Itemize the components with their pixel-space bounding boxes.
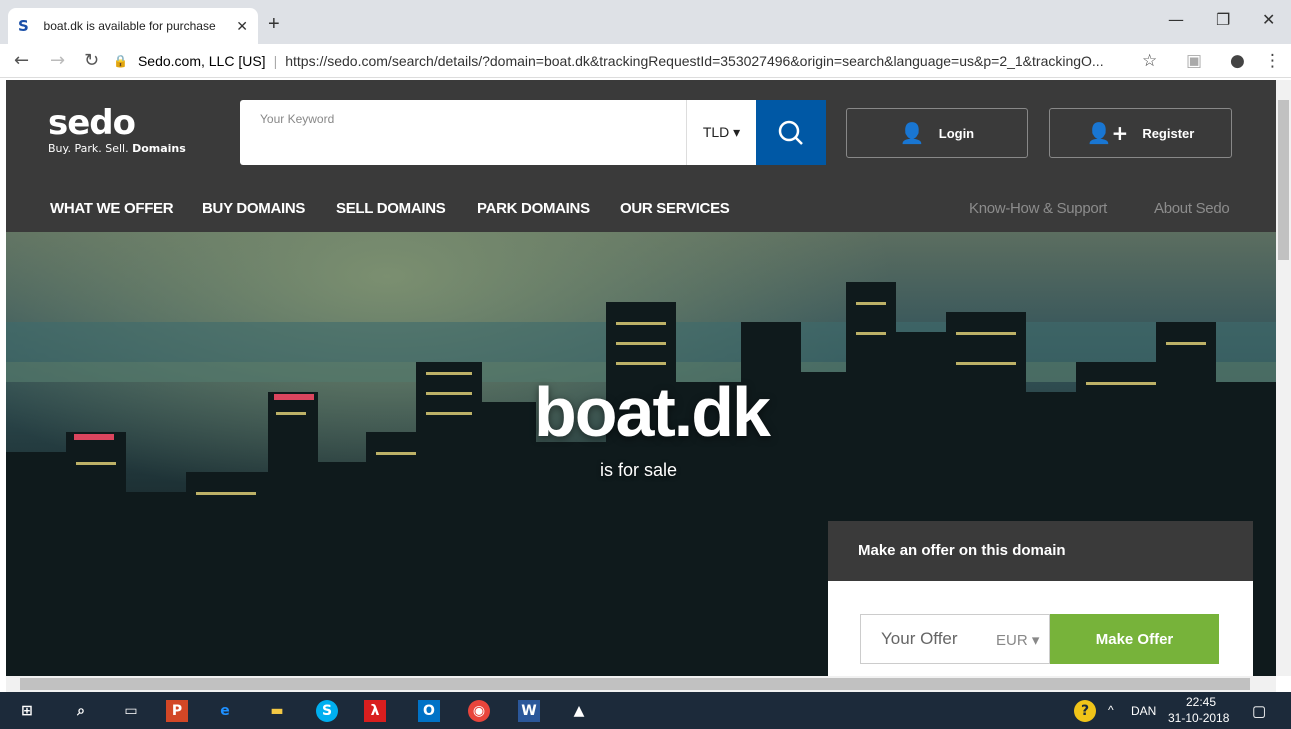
hero-banner: boat.dk is for sale Make an offer on thi… <box>6 232 1276 676</box>
photos-icon[interactable]: ▲ <box>568 700 590 722</box>
search-placeholder: Your Keyword <box>260 112 335 126</box>
tray-expand-icon[interactable]: ^ <box>1108 703 1114 717</box>
outlook-icon[interactable]: O <box>418 700 440 722</box>
acrobat-icon[interactable]: λ <box>364 700 386 722</box>
currency-label: EUR <box>996 632 1028 649</box>
file-explorer-icon[interactable]: ▬ <box>266 700 288 722</box>
user-icon: 👤 <box>899 121 925 145</box>
word-icon[interactable]: W <box>518 700 540 722</box>
web-page: sedo Buy. Park. Sell. Domains Your Keywo… <box>6 80 1276 676</box>
nav-sell-domains[interactable]: SELL DOMAINS <box>336 200 446 217</box>
logo-tag-bold: Domains <box>132 142 186 155</box>
search-icon[interactable]: ⌕ <box>70 700 92 722</box>
lock-icon: 🔒 <box>113 54 128 68</box>
url-text: https://sedo.com/search/details/?domain=… <box>285 53 1104 69</box>
chevron-down-icon: ▾ <box>1031 632 1040 649</box>
menu-icon[interactable]: ⋮ <box>1264 51 1281 71</box>
address-bar[interactable]: 🔒 Sedo.com, LLC [US] | https://sedo.com/… <box>113 48 1163 74</box>
main-nav: WHAT WE OFFER BUY DOMAINS SELL DOMAINS P… <box>6 196 1276 232</box>
login-label: Login <box>938 125 975 141</box>
domain-name-heading: boat.dk <box>534 373 771 451</box>
logo-tagline: Buy. Park. Sell. Domains <box>48 142 186 155</box>
scroll-thumb-horizontal[interactable] <box>20 678 1250 690</box>
add-user-icon: 👤+ <box>1086 121 1129 145</box>
make-offer-panel: Make an offer on this domain Your Offer … <box>828 521 1253 676</box>
sedo-favicon-icon: S <box>18 17 29 35</box>
clock-time: 22:45 <box>1186 695 1217 709</box>
search-button[interactable] <box>756 100 826 165</box>
sedo-logo[interactable]: sedo Buy. Park. Sell. Domains <box>48 106 186 155</box>
nav-about-sedo[interactable]: About Sedo <box>1154 200 1230 217</box>
help-icon[interactable]: ? <box>1074 700 1096 722</box>
browser-toolbar: ← → ↻ 🔒 Sedo.com, LLC [US] | https://sed… <box>0 44 1291 78</box>
windows-taskbar: ⊞ ⌕ ▭ P e ▬ S λ O ◉ W ▲ ? ^ DAN 22:45 31… <box>0 692 1291 729</box>
offer-amount-input[interactable]: Your Offer EUR ▾ <box>860 614 1050 664</box>
back-icon[interactable]: ← <box>14 50 29 71</box>
restore-icon[interactable]: ❐ <box>1216 10 1230 29</box>
task-view-icon[interactable]: ▭ <box>120 700 142 722</box>
notifications-icon[interactable]: ▢ <box>1252 702 1266 720</box>
horizontal-scrollbar[interactable] <box>6 676 1276 692</box>
new-tab-button[interactable]: + <box>268 14 280 34</box>
register-label: Register <box>1142 125 1195 141</box>
tld-dropdown[interactable]: TLD ▾ <box>686 100 756 165</box>
powerpoint-icon[interactable]: P <box>166 700 188 722</box>
window-close-icon[interactable]: ✕ <box>1262 10 1275 29</box>
vertical-scrollbar[interactable] <box>1276 80 1291 676</box>
nav-park-domains[interactable]: PARK DOMAINS <box>477 200 590 217</box>
minimize-icon[interactable]: — <box>1168 10 1184 29</box>
nav-our-services[interactable]: OUR SERVICES <box>620 200 730 217</box>
offer-form: Your Offer EUR ▾ Make Offer <box>828 581 1253 676</box>
for-sale-subtitle: is for sale <box>600 460 678 480</box>
offer-placeholder: Your Offer <box>881 629 958 648</box>
nav-what-we-offer[interactable]: WHAT WE OFFER <box>50 200 174 217</box>
browser-tab[interactable]: S boat.dk is available for purchase ✕ <box>8 8 258 44</box>
nav-know-how-support[interactable]: Know-How & Support <box>969 200 1107 217</box>
keyword-search-input[interactable]: Your Keyword <box>240 100 686 165</box>
nav-buy-domains[interactable]: BUY DOMAINS <box>202 200 305 217</box>
make-offer-button[interactable]: Make Offer <box>1050 614 1219 664</box>
internet-explorer-icon[interactable]: e <box>214 700 236 722</box>
browser-tabstrip: S boat.dk is available for purchase ✕ + … <box>0 0 1291 44</box>
bookmark-star-icon[interactable]: ☆ <box>1142 51 1157 71</box>
profile-icon[interactable]: ● <box>1230 51 1245 71</box>
skype-icon[interactable]: S <box>316 700 338 722</box>
offer-heading: Make an offer on this domain <box>828 521 1253 581</box>
reload-icon[interactable]: ↻ <box>84 50 99 71</box>
site-header: sedo Buy. Park. Sell. Domains Your Keywo… <box>6 80 1276 232</box>
url-separator: | <box>273 53 278 69</box>
windows-start-icon[interactable]: ⊞ <box>16 700 38 722</box>
forward-icon[interactable]: → <box>50 50 65 71</box>
clock-date: 31-10-2018 <box>1168 711 1230 725</box>
language-indicator[interactable]: DAN <box>1131 704 1156 718</box>
logo-word: sedo <box>48 103 136 143</box>
currency-select[interactable]: EUR ▾ <box>996 631 1039 649</box>
tab-title: boat.dk is available for purchase <box>43 19 216 33</box>
chrome-icon[interactable]: ◉ <box>468 700 490 722</box>
login-button[interactable]: 👤 Login <box>846 108 1028 158</box>
site-owner: Sedo.com, LLC [US] <box>137 53 266 69</box>
logo-tag-prefix: Buy. Park. Sell. <box>48 142 129 155</box>
register-button[interactable]: 👤+ Register <box>1049 108 1232 158</box>
search-icon <box>778 120 803 145</box>
extension-icon[interactable]: ▣ <box>1186 51 1202 71</box>
tab-close-icon[interactable]: ✕ <box>236 18 248 35</box>
scroll-thumb[interactable] <box>1278 100 1289 260</box>
